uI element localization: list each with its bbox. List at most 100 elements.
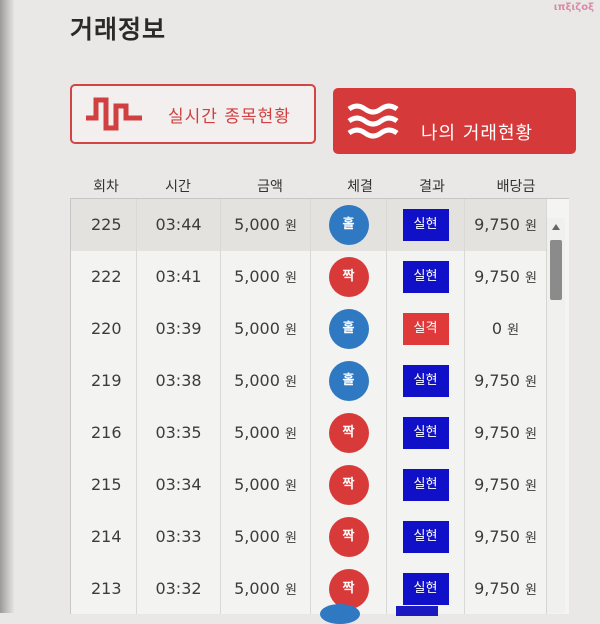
result-badge: 실현: [402, 469, 449, 501]
time-cell: 03:33: [137, 511, 221, 563]
my-trades-label: 나의 거래현황: [421, 123, 534, 144]
scroll-thumb[interactable]: [550, 240, 562, 300]
result-cell: 실현: [387, 459, 465, 511]
currency-unit: 원: [524, 375, 537, 390]
result-cell: 실현: [387, 251, 465, 303]
currency-unit: 원: [284, 479, 297, 494]
bet-cell: 짝: [311, 407, 387, 459]
currency-unit: 원: [284, 427, 297, 442]
result-cell: 실현: [387, 407, 465, 459]
my-trades-button[interactable]: 나의 거래현황: [333, 88, 576, 154]
table-row: 225 03:44 5,000 원 홀 실현 9,750 원: [71, 199, 547, 252]
table-row: 220 03:39 5,000 원 홀 실격 0 원: [71, 303, 547, 356]
payout-cell: 9,750 원: [465, 563, 547, 614]
amount-value: 5,000: [234, 579, 280, 598]
payout-cell: 9,750 원: [465, 459, 547, 511]
bet-type-badge: 홀: [328, 205, 369, 245]
header-bet: 체결: [347, 179, 373, 195]
header-amount: 금액: [257, 179, 283, 195]
amount-cell: 5,000 원: [221, 303, 311, 355]
result-badge: 실현: [402, 209, 449, 241]
table-row: 215 03:34 5,000 원 짝 실현 9,750 원: [71, 459, 547, 512]
waves-icon: [347, 103, 399, 139]
header-payout: 배당금: [496, 179, 536, 195]
amount-value: 5,000: [234, 527, 280, 546]
partial-bet-circle: [320, 604, 360, 624]
payout-value: 9,750: [474, 475, 520, 494]
bet-type-badge: 짝: [328, 517, 369, 557]
table-row: 222 03:41 5,000 원 짝 실현 9,750 원: [71, 251, 547, 304]
result-badge: 실현: [402, 261, 449, 293]
currency-unit: 원: [524, 479, 537, 494]
currency-unit: 원: [524, 271, 537, 286]
header-round: 회차: [93, 179, 119, 195]
bet-type-badge: 짝: [328, 257, 369, 297]
payout-value: 0: [491, 319, 503, 338]
currency-unit: 원: [284, 531, 297, 546]
bet-cell: 홀: [311, 199, 387, 251]
time-cell: 03:38: [137, 355, 221, 407]
amount-value: 5,000: [234, 423, 280, 442]
bet-type-badge: 짝: [328, 569, 369, 609]
round-cell: 219: [71, 355, 137, 407]
amount-value: 5,000: [234, 371, 280, 390]
payout-value: 9,750: [474, 371, 520, 390]
pulse-wave-icon: [86, 97, 142, 131]
bet-cell: 짝: [311, 511, 387, 563]
payout-value: 9,750: [474, 579, 520, 598]
currency-unit: 원: [284, 323, 297, 338]
table-header: 회차 시간 금액 체결 결과 배당금: [70, 176, 580, 198]
amount-cell: 5,000 원: [221, 459, 311, 511]
time-cell: 03:35: [137, 407, 221, 459]
round-cell: 225: [71, 199, 137, 251]
amount-cell: 5,000 원: [221, 251, 311, 303]
realtime-status-button[interactable]: 실시간 종목현황: [70, 84, 316, 144]
result-badge: 실현: [402, 573, 449, 605]
result-cell: 실현: [387, 511, 465, 563]
scroll-up-arrow-icon[interactable]: [552, 224, 560, 230]
bet-cell: 짝: [311, 251, 387, 303]
result-cell: 실현: [387, 355, 465, 407]
currency-unit: 원: [284, 583, 297, 598]
currency-unit: 원: [524, 583, 537, 598]
payout-cell: 9,750 원: [465, 407, 547, 459]
amount-cell: 5,000 원: [221, 355, 311, 407]
amount-value: 5,000: [234, 215, 280, 234]
result-badge: 실현: [402, 521, 449, 553]
payout-cell: 9,750 원: [465, 511, 547, 563]
time-cell: 03:44: [137, 199, 221, 251]
amount-value: 5,000: [234, 475, 280, 494]
table-scrollbar[interactable]: [546, 218, 565, 613]
watermark-logo: ιπξιζοξ: [553, 2, 594, 13]
result-cell: 실현: [387, 199, 465, 251]
time-cell: 03:34: [137, 459, 221, 511]
payout-value: 9,750: [474, 527, 520, 546]
result-badge: 실현: [402, 365, 449, 397]
bet-type-badge: 짝: [328, 465, 369, 505]
time-cell: 03:41: [137, 251, 221, 303]
round-cell: 214: [71, 511, 137, 563]
currency-unit: 원: [524, 427, 537, 442]
monitor-bezel-edge: [0, 0, 14, 613]
currency-unit: 원: [284, 375, 297, 390]
payout-value: 9,750: [474, 215, 520, 234]
bet-type-badge: 홀: [328, 361, 369, 401]
time-cell: 03:39: [137, 303, 221, 355]
result-badge: 실격: [402, 313, 449, 345]
bet-cell: 짝: [311, 459, 387, 511]
payout-value: 9,750: [474, 423, 520, 442]
amount-value: 5,000: [234, 319, 280, 338]
round-cell: 213: [71, 563, 137, 614]
round-cell: 216: [71, 407, 137, 459]
amount-cell: 5,000 원: [221, 407, 311, 459]
amount-cell: 5,000 원: [221, 511, 311, 563]
round-cell: 215: [71, 459, 137, 511]
currency-unit: 원: [507, 323, 520, 338]
round-cell: 220: [71, 303, 137, 355]
bet-cell: 홀: [311, 303, 387, 355]
amount-value: 5,000: [234, 267, 280, 286]
result-cell: 실격: [387, 303, 465, 355]
realtime-status-label: 실시간 종목현황: [168, 106, 291, 127]
payout-cell: 9,750 원: [465, 355, 547, 407]
currency-unit: 원: [524, 219, 537, 234]
